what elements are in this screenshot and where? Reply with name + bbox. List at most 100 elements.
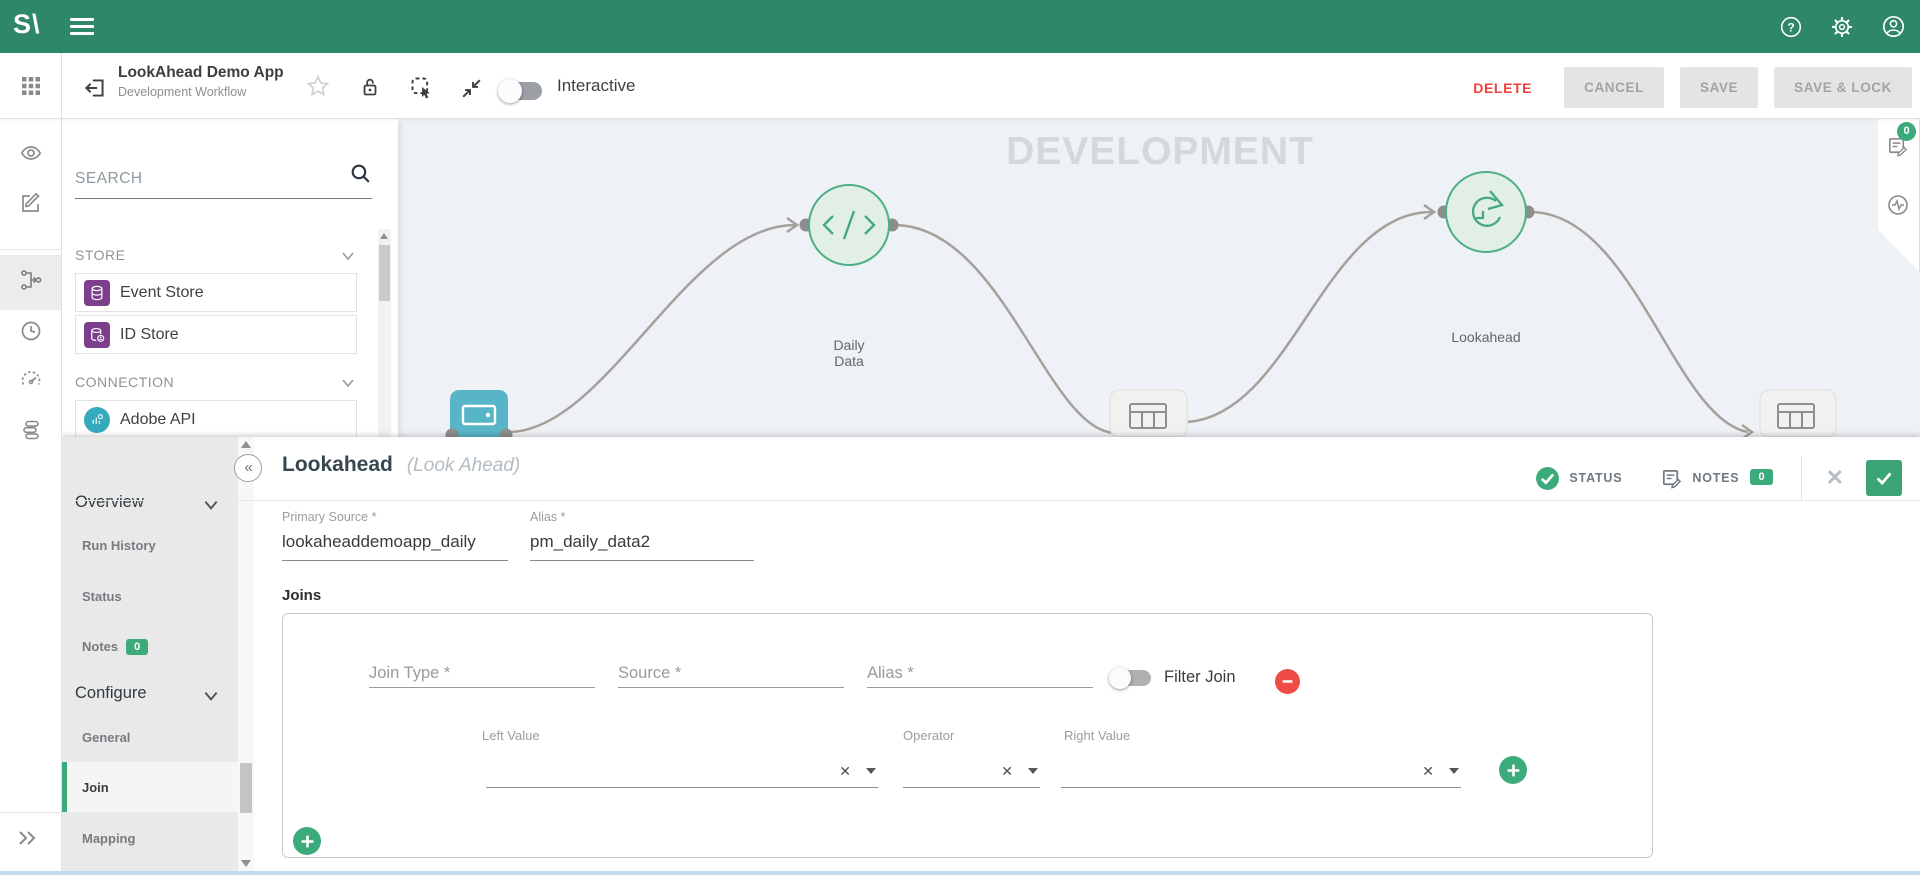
save-button[interactable]: SAVE [1680, 67, 1758, 108]
exit-workflow-icon[interactable] [82, 75, 108, 101]
chevron-down-icon[interactable] [340, 377, 356, 389]
lookahead-node-label: Lookahead [1426, 329, 1546, 345]
dropdown-caret-icon[interactable] [1028, 768, 1038, 774]
nav-item-notes[interactable]: Notes0 [82, 639, 148, 656]
notes-count-badge: 0 [1897, 122, 1916, 141]
expand-rail-icon[interactable] [14, 826, 42, 850]
library-item-label: Adobe API [120, 411, 196, 429]
panel-title: Lookahead [282, 453, 393, 477]
help-icon[interactable]: ? [1779, 15, 1803, 39]
app-header: S\ ? [0, 0, 1920, 53]
clear-icon[interactable]: ✕ [1001, 764, 1013, 778]
search-icon[interactable] [348, 161, 373, 186]
library-item-label: Event Store [120, 284, 204, 302]
unlock-icon[interactable] [358, 75, 382, 99]
plus-icon [300, 834, 315, 849]
dropdown-caret-icon[interactable] [866, 768, 876, 774]
library-item-label: ID Store [120, 326, 179, 344]
output-node-2[interactable] [1760, 390, 1836, 437]
chevron-down-icon[interactable] [202, 689, 220, 703]
add-condition-button[interactable] [1499, 756, 1527, 784]
schedule-clock-icon[interactable] [19, 319, 43, 343]
edit-compose-icon[interactable] [19, 191, 43, 215]
operator-label: Operator [903, 728, 954, 743]
daily-data-node[interactable] [800, 185, 899, 265]
source-node[interactable] [446, 390, 513, 437]
scrollbar-thumb[interactable] [240, 763, 252, 813]
workflow-pipeline-icon[interactable] [19, 268, 43, 292]
adobe-analytics-icon [88, 411, 106, 429]
joins-group-box: Filter Join Left Value Operator Right Va… [282, 613, 1653, 858]
join-type-input[interactable] [369, 642, 595, 687]
primary-source-input[interactable] [282, 524, 508, 561]
dropdown-caret-icon[interactable] [1449, 768, 1459, 774]
compress-view-icon[interactable] [459, 76, 484, 101]
workflow-toolbar: LookAhead Demo App Development Workflow [0, 53, 1920, 119]
hamburger-menu-icon[interactable] [70, 18, 94, 36]
library-item-id-store[interactable]: ID Store [75, 315, 357, 354]
join-source-input[interactable] [618, 642, 844, 687]
notes-button[interactable]: NOTES 0 [1660, 467, 1772, 490]
data-stack-icon[interactable] [19, 418, 43, 442]
alias-label: Alias * [530, 510, 754, 524]
nav-item-run-history[interactable]: Run History [82, 538, 156, 553]
monitoring-gauge-icon[interactable] [19, 368, 43, 392]
panel-scrollbar[interactable] [238, 437, 254, 875]
activity-pulse-icon[interactable] [1886, 193, 1910, 217]
favorite-star-icon[interactable] [305, 73, 331, 99]
confirm-button[interactable] [1866, 460, 1902, 496]
cancel-button[interactable]: CANCEL [1564, 67, 1664, 108]
nav-item-mapping[interactable]: Mapping [82, 831, 135, 846]
alias-input[interactable] [530, 524, 754, 561]
left-icon-rail [0, 119, 62, 875]
join-alias-input[interactable] [867, 642, 1093, 687]
nav-item-status[interactable]: Status [82, 589, 122, 604]
panel-subtitle: (Look Ahead) [407, 455, 520, 477]
chevron-down-icon[interactable] [340, 250, 356, 262]
clear-icon[interactable]: ✕ [839, 764, 851, 778]
status-button[interactable]: STATUS [1535, 466, 1622, 491]
scrollbar-thumb[interactable] [379, 245, 390, 301]
collapse-panel-button[interactable]: « [234, 454, 262, 482]
settings-gear-icon[interactable] [1830, 15, 1854, 39]
nav-section-overview[interactable]: Overview [75, 493, 144, 512]
app-window: DEVELOPMENT [0, 0, 1920, 875]
marquee-select-icon[interactable] [408, 74, 435, 101]
store-section-header[interactable]: STORE [75, 247, 125, 263]
clear-icon[interactable]: ✕ [1422, 764, 1434, 778]
plus-icon [1506, 763, 1521, 778]
delete-button[interactable]: DELETE [1473, 80, 1532, 96]
workflow-title: LookAhead Demo App [118, 64, 284, 82]
header-separator [62, 500, 1920, 501]
add-join-button[interactable] [293, 827, 321, 855]
remove-join-button[interactable] [1275, 669, 1300, 694]
nav-section-configure[interactable]: Configure [75, 684, 147, 703]
nav-item-join[interactable]: Join [82, 780, 109, 795]
lookahead-node[interactable] [1438, 172, 1535, 252]
right-value-label: Right Value [1064, 728, 1130, 743]
daily-data-node-label: Daily Data [799, 337, 899, 369]
view-eye-icon[interactable] [19, 141, 43, 165]
filter-join-label: Filter Join [1164, 668, 1236, 687]
left-value-select[interactable]: ✕ [486, 750, 878, 788]
connection-section-header[interactable]: CONNECTION [75, 374, 174, 390]
interactive-toggle[interactable] [500, 80, 546, 102]
output-node[interactable] [1110, 390, 1187, 437]
save-and-lock-button[interactable]: SAVE & LOCK [1774, 67, 1912, 108]
library-item-event-store[interactable]: Event Store [75, 273, 357, 312]
operator-select[interactable]: ✕ [903, 750, 1040, 788]
app-logo[interactable]: S\ [13, 9, 41, 40]
left-value-label: Left Value [482, 728, 540, 743]
apps-grid-icon[interactable] [19, 74, 43, 98]
nav-item-general[interactable]: General [82, 730, 130, 745]
right-value-select[interactable]: ✕ [1061, 750, 1461, 788]
search-input[interactable] [75, 164, 340, 198]
filter-join-toggle[interactable] [1109, 666, 1153, 690]
window-bottom-edge [0, 871, 1920, 875]
primary-source-label: Primary Source * [282, 510, 508, 524]
notes-badge: 0 [126, 639, 148, 655]
library-scrollbar[interactable] [378, 229, 391, 437]
close-panel-icon[interactable]: ✕ [1826, 465, 1844, 491]
library-item-adobe-api[interactable]: Adobe API [75, 400, 357, 437]
account-icon[interactable] [1881, 14, 1906, 39]
